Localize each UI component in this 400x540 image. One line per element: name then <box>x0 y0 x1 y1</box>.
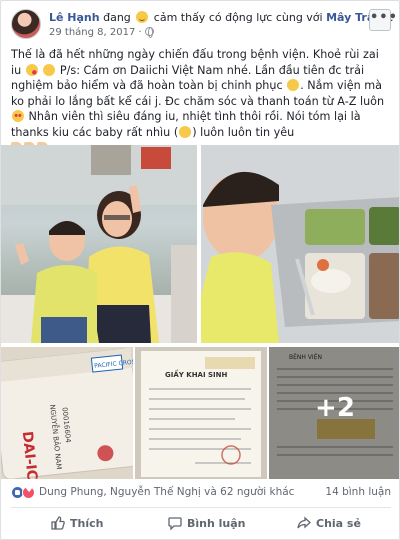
post-text: Thế là đã hết những ngày chiến đấu trong… <box>11 47 391 156</box>
smiley-emoji-icon <box>179 125 192 138</box>
photo-birth-certificate[interactable]: GIẤY KHAI SINH <box>135 347 267 479</box>
like-label[interactable]: Thích <box>70 517 103 530</box>
post-header: Lê Hạnh đang cảm thấy có động lực cùng v… <box>11 9 397 41</box>
reaction-names[interactable]: Dung Phung, Nguyễn Thế Nghị và 62 người … <box>39 486 294 498</box>
heart-eyes-emoji-icon <box>12 110 24 122</box>
feeling-prefix: đang <box>103 11 131 24</box>
doc-title: GIẤY KHAI SINH <box>165 369 228 379</box>
post-headline: Lê Hạnh đang cảm thấy có động lực cùng v… <box>49 11 393 25</box>
author-name[interactable]: Lê Hạnh <box>49 11 100 24</box>
text-part-5: ) luôn luôn tin yêu <box>192 125 295 139</box>
post-card: Lê Hạnh đang cảm thấy có động lực cùng v… <box>0 0 400 540</box>
comment-count[interactable]: 14 bình luận <box>325 486 391 498</box>
globe-icon <box>144 27 154 38</box>
smiley-emoji-icon <box>287 79 300 91</box>
more-photos-count[interactable]: +2 <box>269 393 399 423</box>
post-date[interactable]: 29 tháng 8, 2017 · <box>49 27 154 38</box>
text-paren: ( <box>173 125 179 139</box>
love-reaction-icon[interactable] <box>22 485 35 499</box>
action-bar: Thích Bình luận Chia sẻ <box>11 513 391 535</box>
share-label[interactable]: Chia sẻ <box>316 517 361 530</box>
feeling-text: cảm thấy có động lực cùng với <box>153 11 323 24</box>
kiss-emoji-icon <box>25 63 38 76</box>
share-button[interactable]: Chia sẻ <box>297 513 361 535</box>
more-photos-overlay[interactable]: +2 <box>269 347 399 479</box>
post-options-button[interactable]: ••• <box>369 9 397 31</box>
like-button[interactable]: Thích <box>51 513 103 535</box>
photo-grid: PACIFIC CROSS DAI-ICHI LIFE NGUYỄN BẢO N… <box>1 145 399 479</box>
photo-hospital-bill[interactable]: BỆNH VIỆN +2 <box>269 347 399 479</box>
share-icon <box>297 516 311 529</box>
smiley-icon <box>136 11 149 23</box>
reactions-row: Dung Phung, Nguyễn Thế Nghị và 62 người … <box>11 485 391 501</box>
divider <box>11 507 391 508</box>
photo-insurance-card[interactable]: PACIFIC CROSS DAI-ICHI LIFE NGUYỄN BẢO N… <box>1 347 133 479</box>
post-date-text[interactable]: 29 tháng 8, 2017 · <box>49 27 142 38</box>
photo-boy-meal[interactable] <box>201 145 399 343</box>
photo-mother-son[interactable] <box>1 145 197 343</box>
comment-icon <box>168 517 182 531</box>
comment-button[interactable]: Bình luận <box>168 513 246 535</box>
smiley-emoji-icon <box>43 63 56 76</box>
like-icon <box>51 516 65 530</box>
author-avatar[interactable] <box>11 9 41 39</box>
comment-label[interactable]: Bình luận <box>187 517 246 530</box>
